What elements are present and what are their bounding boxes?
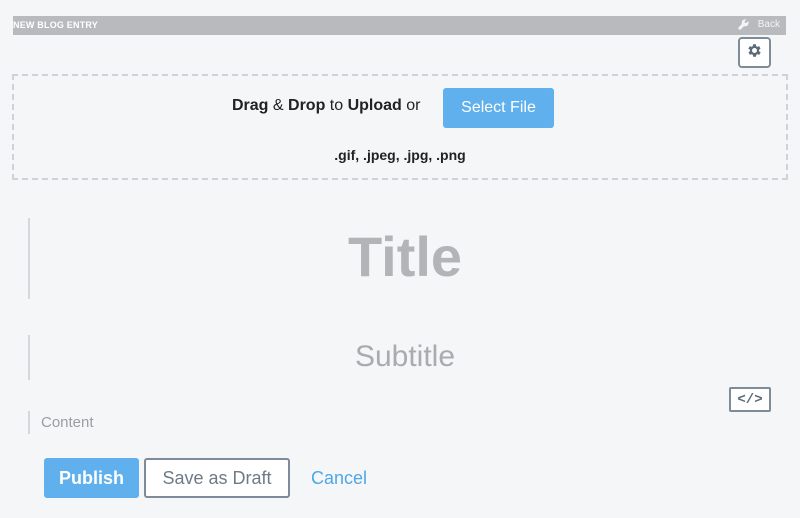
or-text: or xyxy=(401,97,425,114)
drop-text: Drop xyxy=(288,97,326,114)
to-text: to xyxy=(325,97,348,114)
publish-button[interactable]: Publish xyxy=(44,458,139,498)
subtitle-field-indicator xyxy=(28,335,30,380)
upload-instructions: Drag & Drop to Upload or xyxy=(232,97,425,115)
select-file-button[interactable]: Select File xyxy=(443,88,554,128)
page-title: NEW BLOG ENTRY xyxy=(13,20,98,30)
html-source-toggle[interactable]: </> xyxy=(729,387,771,412)
content-field-indicator xyxy=(28,411,30,434)
title-input[interactable]: Title xyxy=(40,224,770,296)
subtitle-input[interactable]: Subtitle xyxy=(40,340,770,380)
upload-text: Upload xyxy=(347,97,402,114)
drag-text: Drag xyxy=(232,97,269,114)
allowed-file-types: .gif, .jpeg, .jpg, .png xyxy=(334,147,466,163)
content-input[interactable]: Content xyxy=(41,414,721,434)
amp-text: & xyxy=(268,97,289,114)
save-draft-button[interactable]: Save as Draft xyxy=(144,458,290,498)
gear-icon xyxy=(746,42,763,64)
header-bar: NEW BLOG ENTRY Back xyxy=(13,16,786,35)
upload-dropzone[interactable] xyxy=(12,74,788,180)
back-link[interactable]: Back xyxy=(738,19,780,30)
back-label: Back xyxy=(757,19,780,30)
title-field-indicator xyxy=(28,218,30,299)
cancel-link[interactable]: Cancel xyxy=(311,468,367,489)
settings-button[interactable] xyxy=(738,37,771,68)
wrench-icon xyxy=(738,19,749,30)
